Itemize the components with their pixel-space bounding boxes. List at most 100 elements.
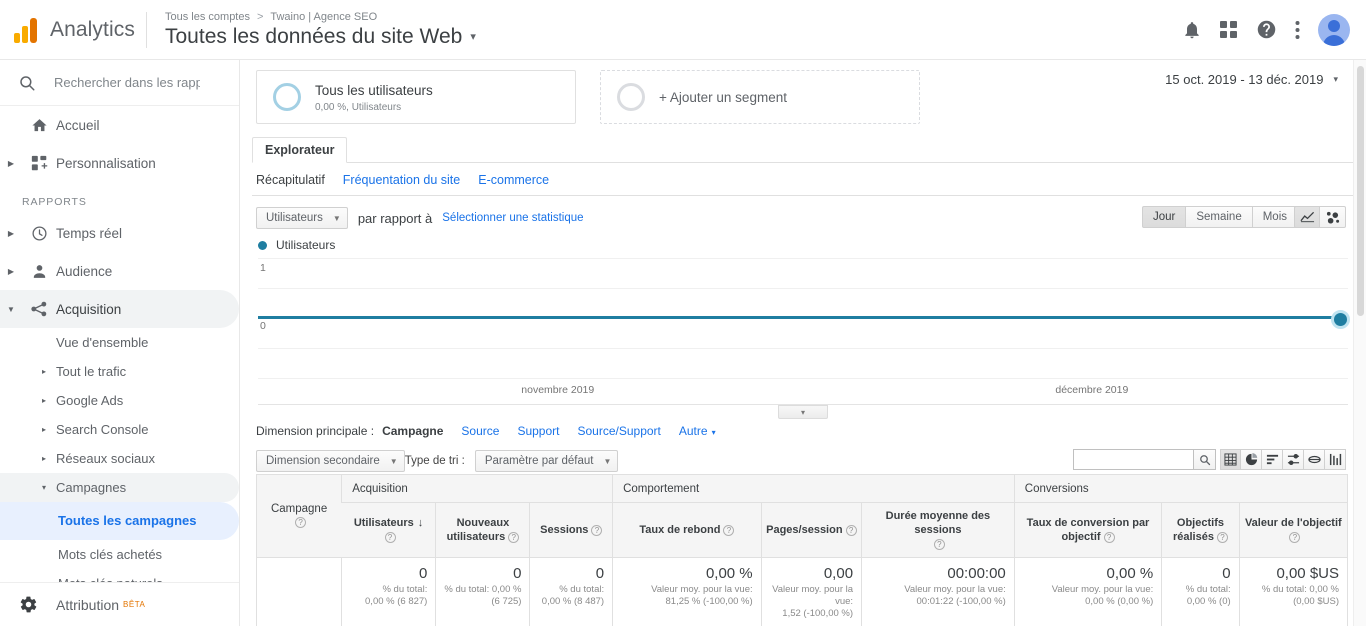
table-header-label: Utilisateurs xyxy=(353,517,414,529)
breadcrumb-account[interactable]: Tous les comptes xyxy=(165,11,250,23)
table-header-valeur-de-lobjectif[interactable]: Valeur de l'objectif ? xyxy=(1238,502,1347,558)
metric-select[interactable]: Utilisateurs ▼ xyxy=(256,207,348,229)
help-icon[interactable]: ? xyxy=(933,538,945,550)
scrollbar-thumb[interactable] xyxy=(1357,66,1364,316)
help-icon[interactable]: ? xyxy=(723,524,735,536)
sidebar-search[interactable] xyxy=(0,60,239,106)
breadcrumb-property[interactable]: Twaino | Agence SEO xyxy=(270,11,377,23)
table-header-campagne[interactable]: Campagne ? xyxy=(257,475,342,558)
page-scrollbar[interactable] xyxy=(1353,60,1366,626)
help-icon[interactable]: ? xyxy=(508,531,520,543)
sidebar-item-google-ads[interactable]: ▸ Google Ads xyxy=(0,386,239,415)
view-selector[interactable]: Toutes les données du site Web ▾ xyxy=(165,24,476,50)
breadcrumb: Tous les comptes > Twaino | Agence SEO xyxy=(165,10,476,24)
sidebar-item-temps-reel[interactable]: ▶ Temps réel xyxy=(0,214,239,252)
table-header-label: Pages/session xyxy=(766,524,843,536)
tab-ecommerce[interactable]: E-commerce xyxy=(478,173,549,187)
sidebar-item-acquisition[interactable]: ▼ Acquisition xyxy=(0,290,239,328)
avatar[interactable] xyxy=(1318,13,1350,46)
clock-icon xyxy=(22,225,56,242)
search-input[interactable] xyxy=(52,74,202,91)
granularity-jour[interactable]: Jour xyxy=(1141,206,1187,228)
tab-frequentation-du-site[interactable]: Fréquentation du site xyxy=(343,173,460,187)
help-icon[interactable]: ? xyxy=(295,517,307,529)
sidebar-item-campagnes[interactable]: ▾ Campagnes xyxy=(0,473,239,502)
chart-collapse-button[interactable]: ▾ xyxy=(778,405,828,419)
table-header-taux-de-rebond[interactable]: Taux de rebond? xyxy=(612,502,762,558)
table-search[interactable] xyxy=(1073,449,1216,470)
help-icon[interactable] xyxy=(1256,19,1277,40)
sidebar-item-vue-densemble[interactable]: Vue d'ensemble xyxy=(0,328,239,357)
timeline-chart[interactable]: 1 0 novembre 2019 décembre 2019 ▾ xyxy=(258,258,1350,419)
sidebar-item-mots-cles-achetes[interactable]: Mots clés achetés xyxy=(0,540,239,569)
sort-type-select[interactable]: Paramètre par défaut ▼ xyxy=(474,450,619,472)
line-chart-icon[interactable] xyxy=(1294,206,1320,228)
more-vert-icon[interactable] xyxy=(1295,20,1300,40)
bar-view-icon[interactable] xyxy=(1262,449,1283,470)
secondary-dimension-select[interactable]: Dimension secondaire ▼ xyxy=(256,450,405,472)
totals-subvalue: % du total: 0,00 % (0) xyxy=(1185,584,1231,607)
dimension-source[interactable]: Source xyxy=(461,424,499,438)
sidebar-item-accueil[interactable]: Accueil xyxy=(0,106,239,144)
granularity-mois[interactable]: Mois xyxy=(1252,206,1298,228)
help-icon[interactable]: ? xyxy=(384,531,396,543)
sub-tab-strip: Récapitulatif Fréquentation du site E-co… xyxy=(240,163,1366,187)
select-statistic-link[interactable]: Sélectionner une statistique xyxy=(442,212,583,224)
tab-explorateur[interactable]: Explorateur xyxy=(252,137,348,163)
performance-view-icon[interactable] xyxy=(1325,449,1346,470)
segment-all-users[interactable]: Tous les utilisateurs 0,00 %, Utilisateu… xyxy=(256,70,576,124)
sidebar-item-reseaux-sociaux[interactable]: ▸ Réseaux sociaux xyxy=(0,444,239,473)
table-search-input[interactable] xyxy=(1073,449,1193,470)
help-icon[interactable]: ? xyxy=(591,524,603,536)
table-header-nouveaux-utilisateurs[interactable]: Nouveaux utilisateurs? xyxy=(435,502,530,558)
date-range-selector[interactable]: 15 oct. 2019 - 13 déc. 2019 ▾ xyxy=(1165,72,1338,87)
analytics-logo[interactable]: Analytics xyxy=(0,17,146,43)
sidebar-item-personnalisation[interactable]: ▶ Personnalisation xyxy=(0,144,239,182)
granularity-semaine[interactable]: Semaine xyxy=(1186,206,1253,228)
search-icon[interactable] xyxy=(1193,449,1216,470)
secondary-dimension-label: Dimension secondaire xyxy=(266,455,380,467)
gridline xyxy=(258,258,1348,259)
sidebar-item-audience[interactable]: ▶ Audience xyxy=(0,252,239,290)
sidebar-item-toutes-les-campagnes[interactable]: Toutes les campagnes xyxy=(0,502,239,540)
sidebar-item-tout-le-trafic[interactable]: ▸ Tout le trafic xyxy=(0,357,239,386)
motion-chart-icon[interactable] xyxy=(1320,206,1346,228)
sidebar-item-attribution[interactable]: Attribution BÊTA xyxy=(0,582,239,626)
bell-icon[interactable] xyxy=(1182,20,1202,40)
apps-grid-icon[interactable] xyxy=(1220,20,1238,39)
sidebar-subitem-label: Google Ads xyxy=(56,393,124,408)
chevron-down-icon: ▾ xyxy=(800,407,805,417)
table-header-taux-de-conversion-par-objectif[interactable]: Taux de conversion par objectif? xyxy=(1013,502,1162,558)
table-header-utilisateurs[interactable]: Utilisateurs ↓ ? xyxy=(341,502,436,558)
table-view-icon[interactable] xyxy=(1220,449,1241,470)
chevron-down-icon: ▾ xyxy=(1333,74,1338,84)
pie-view-icon[interactable] xyxy=(1241,449,1262,470)
comparison-view-icon[interactable] xyxy=(1283,449,1304,470)
table-header-duree-moyenne-des-sessions[interactable]: Durée moyenne des sessions ? xyxy=(861,502,1015,558)
help-icon[interactable]: ? xyxy=(845,524,857,536)
series-endpoint-marker[interactable] xyxy=(1331,310,1350,329)
x-tick-label: décembre 2019 xyxy=(1055,384,1129,396)
sidebar-subitem-label: Mots clés achetés xyxy=(58,547,163,562)
segment-bar: Tous les utilisateurs 0,00 %, Utilisateu… xyxy=(240,60,1366,124)
totals-value: 0,00 % xyxy=(1106,565,1154,582)
help-icon[interactable]: ? xyxy=(1216,531,1228,543)
dimension-campagne[interactable]: Campagne xyxy=(382,424,443,438)
sort-type-label: Type de tri : xyxy=(404,455,465,467)
add-segment-button[interactable]: + Ajouter un segment xyxy=(600,70,920,124)
dimension-source-support[interactable]: Source/Support xyxy=(577,424,660,438)
table-group-header-row: Campagne ? Acquisition Comportement Conv… xyxy=(257,475,1347,558)
pivot-view-icon[interactable] xyxy=(1304,449,1325,470)
table-header-label: Valeur de l'objectif xyxy=(1244,517,1342,529)
table-header-sessions[interactable]: Sessions? xyxy=(529,502,613,558)
dimension-autre[interactable]: Autre ▾ xyxy=(679,424,716,438)
tab-recapitulatif[interactable]: Récapitulatif xyxy=(256,173,325,187)
table-header-pages-session[interactable]: Pages/session? xyxy=(760,502,862,558)
help-icon[interactable]: ? xyxy=(1103,531,1115,543)
dimension-support[interactable]: Support xyxy=(517,424,559,438)
sidebar-subitem-label: Tout le trafic xyxy=(56,364,127,379)
help-icon[interactable]: ? xyxy=(1289,531,1301,543)
table-header-objectifs-realises[interactable]: Objectifs réalisés? xyxy=(1161,502,1240,558)
sidebar-item-search-console[interactable]: ▸ Search Console xyxy=(0,415,239,444)
analytics-bars-icon xyxy=(14,17,40,43)
